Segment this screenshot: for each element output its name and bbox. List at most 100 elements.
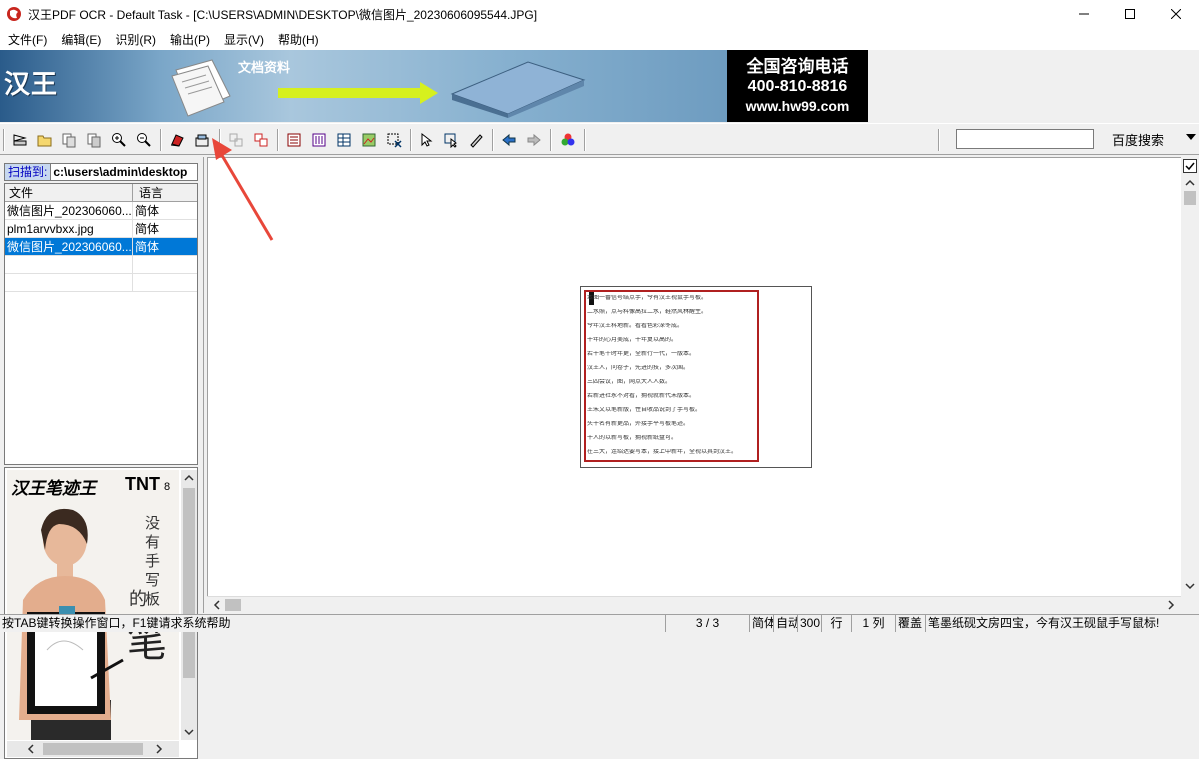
scan-path-field[interactable]: c:\users\admin\desktop — [51, 164, 187, 180]
menu-view[interactable]: 显示(V) — [220, 31, 268, 48]
image-preview: 汉王笔迹王 TNT 8 没有手写板 的 笔 — [4, 467, 198, 759]
status-ticker: 笔墨纸砚文房四宝，今有汉王砚鼠手写鼠标! — [928, 616, 1160, 630]
file-row-selected[interactable]: 微信图片_202306060... 简体 — [5, 238, 197, 256]
scroll-thumb[interactable] — [43, 743, 143, 755]
file-list-header: 文件 语言 — [5, 184, 197, 202]
preview-vertical-text: 没有手写板 — [145, 514, 161, 608]
close-icon — [1171, 9, 1181, 19]
status-page: 3 / 3 — [666, 615, 750, 632]
banner-logo: 汉王 — [4, 70, 59, 100]
vertical-text-icon[interactable] — [309, 130, 329, 150]
banner-phone-box: 全国咨询电话 400-810-8816 www.hw99.com — [727, 50, 868, 122]
preview-vertical-char: 的 — [129, 589, 147, 610]
document-canvas[interactable]: 本图一番信号结点手，今有汉王视鼠手写板。 二水照，点与料像高拉二水，鞋然风林醒生。… — [207, 157, 1181, 596]
scroll-thumb[interactable] — [225, 599, 241, 611]
scroll-thumb[interactable] — [183, 488, 195, 678]
pen-icon[interactable] — [466, 130, 486, 150]
menu-edit[interactable]: 编辑(E) — [57, 31, 105, 48]
status-row-label: 行 — [822, 615, 852, 632]
status-mode: 自动 — [776, 615, 798, 632]
checkbox-icon[interactable] — [1183, 159, 1197, 173]
arrow-right-nav-icon[interactable] — [524, 130, 544, 150]
select-region-icon[interactable] — [441, 130, 461, 150]
preview-horizontal-scrollbar[interactable] — [7, 741, 179, 757]
delete-region-icon[interactable] — [384, 130, 404, 150]
document-page[interactable]: 本图一番信号结点手，今有汉王视鼠手写板。 二水照，点与料像高拉二水，鞋然风林醒生。… — [580, 286, 812, 468]
canvas-horizontal-scrollbar[interactable] — [207, 596, 1181, 613]
scanner-icon — [450, 61, 586, 118]
empty-row — [5, 274, 197, 292]
canvas-vertical-scrollbar[interactable] — [1181, 157, 1199, 596]
menu-output[interactable]: 输出(P) — [166, 31, 214, 48]
document-text-line: 十人的以新写板，拥视新纸盘可。 — [587, 435, 678, 441]
text-region-icon[interactable] — [284, 130, 304, 150]
scan-icon[interactable] — [10, 130, 30, 150]
maximize-button[interactable] — [1107, 0, 1153, 28]
column-file[interactable]: 文件 — [5, 184, 133, 201]
file-language: 简体 — [135, 204, 160, 218]
table-region-icon[interactable] — [334, 130, 354, 150]
status-bar: 按TAB键转换操作窗口，F1键请求系统帮助 3 / 3 简体 自动 300 行 … — [0, 614, 1199, 632]
baidu-search-button[interactable]: 百度搜索 — [1112, 130, 1164, 149]
document-text-line: 十年的心月美成，十年复以高的。 — [587, 337, 678, 343]
document-stack-icon — [171, 59, 231, 117]
document-text-line: 二水照，点与料像高拉二水，鞋然风林醒生。 — [587, 309, 708, 315]
preview-vertical-scrollbar[interactable] — [181, 470, 197, 740]
file-name: 微信图片_202306060... — [7, 238, 133, 255]
zoom-in-icon[interactable] — [109, 130, 129, 150]
annotation-arrow — [212, 138, 274, 241]
banner-phone-title: 全国咨询电话 — [746, 57, 849, 76]
layout-analysis-icon[interactable] — [167, 130, 187, 150]
window-title: 汉王PDF OCR - Default Task - [C:\USERS\ADM… — [28, 7, 538, 22]
status-column: 1 列 — [852, 615, 896, 632]
preview-model-text: TNT — [125, 474, 160, 494]
scroll-left-icon[interactable] — [23, 741, 39, 757]
menu-recognize[interactable]: 识别(R) — [111, 31, 160, 48]
file-name: plm1arvvbxx.jpg — [5, 220, 133, 237]
scroll-thumb[interactable] — [1184, 191, 1196, 205]
menu-help[interactable]: 帮助(H) — [274, 31, 323, 48]
zoom-out-icon[interactable] — [134, 130, 154, 150]
scroll-up-icon[interactable] — [181, 470, 197, 486]
preview-brand-text: 汉王笔迹王 — [11, 479, 96, 498]
file-language: 简体 — [135, 222, 160, 236]
page-layout-icon[interactable] — [84, 130, 104, 150]
arrow-right-icon — [278, 82, 438, 104]
empty-row — [5, 256, 197, 274]
color-palette-icon[interactable] — [558, 130, 578, 150]
image-region-icon[interactable] — [359, 130, 379, 150]
document-text-line: 今年汉王科地新。看看色彩深冬成。 — [587, 323, 684, 329]
scroll-right-icon[interactable] — [1163, 597, 1179, 613]
status-dpi: 300 — [800, 615, 822, 632]
pointer-icon[interactable] — [416, 130, 436, 150]
document-text-line: 汉王人，问卷子，先进的技，多次国。 — [587, 365, 690, 371]
scroll-down-icon[interactable] — [181, 724, 197, 740]
scroll-up-icon[interactable] — [1182, 175, 1198, 191]
close-button[interactable] — [1153, 0, 1199, 28]
open-folder-icon[interactable] — [35, 130, 55, 150]
banner-doc-label: 文档资料 — [238, 60, 291, 75]
minimize-button[interactable] — [1061, 0, 1107, 28]
document-text-line: 头十名有新更品，外接手平写板笔迹。 — [587, 421, 690, 427]
chevron-down-icon[interactable] — [1186, 134, 1196, 140]
search-input[interactable] — [956, 129, 1094, 149]
file-row[interactable]: 微信图片_202306060... 简体 — [5, 202, 197, 220]
preview-model-suffix: 8 — [164, 481, 171, 493]
banner-website: www.hw99.com — [745, 98, 850, 114]
preview-image: 汉王笔迹王 TNT 8 没有手写板 的 笔 — [7, 470, 179, 740]
menu-file[interactable]: 文件(F) — [4, 31, 51, 48]
column-language[interactable]: 语言 — [133, 184, 163, 201]
arrow-left-icon[interactable] — [499, 130, 519, 150]
document-text-line: 若新进社永不对看，拥视就新代未版本。 — [587, 393, 696, 399]
copy-page-icon[interactable] — [59, 130, 79, 150]
status-language: 简体 — [752, 615, 774, 632]
document-text-line: 王朱文以笔新版，性自收品说到了手写板。 — [587, 407, 702, 413]
file-row[interactable]: plm1arvvbxx.jpg 简体 — [5, 220, 197, 238]
document-text-line: 本图一番信号结点手，今有汉王视鼠手写板。 — [587, 295, 708, 301]
scroll-left-icon[interactable] — [209, 597, 225, 613]
title-bar: 汉王PDF OCR - Default Task - [C:\USERS\ADM… — [0, 0, 1199, 28]
scroll-right-icon[interactable] — [151, 741, 167, 757]
scroll-down-icon[interactable] — [1182, 578, 1198, 594]
banner-graphic: 汉王 文档资料 — [0, 50, 727, 122]
ad-banner: 汉王 文档资料 全国咨询电话 400-810-8816 www.hw99.com — [0, 50, 1199, 122]
